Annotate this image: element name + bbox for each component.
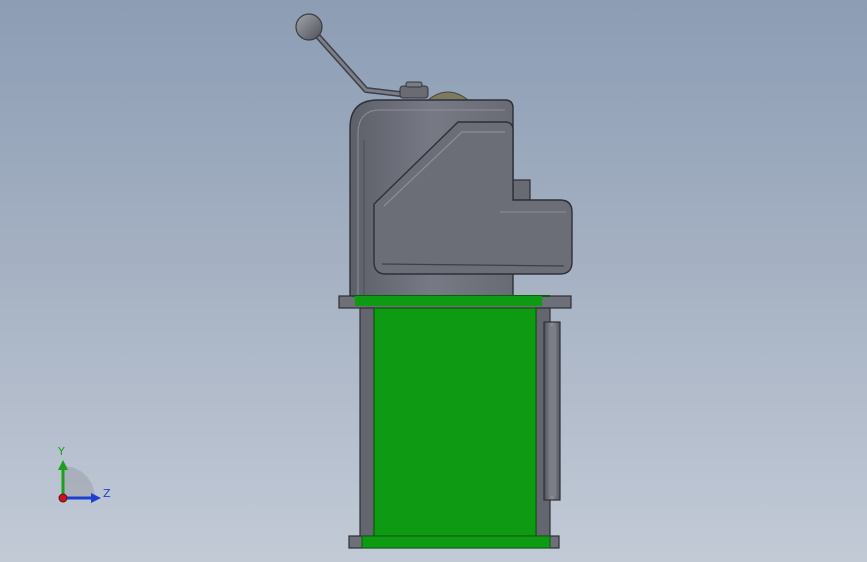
coordinate-triad: Y Z <box>40 438 120 508</box>
left-wall <box>359 307 375 537</box>
gearbox-body[interactable] <box>352 295 551 549</box>
lever[interactable] <box>295 13 403 97</box>
triad-y-label: Y <box>58 445 65 458</box>
side-disc[interactable] <box>543 321 561 501</box>
cad-model[interactable] <box>0 0 867 562</box>
upper-housing[interactable] <box>349 99 573 297</box>
lever-knob[interactable] <box>295 13 323 41</box>
triad-z-label: Z <box>103 487 111 500</box>
3d-viewport[interactable]: Y Z <box>0 0 867 562</box>
top-cap <box>399 81 470 101</box>
